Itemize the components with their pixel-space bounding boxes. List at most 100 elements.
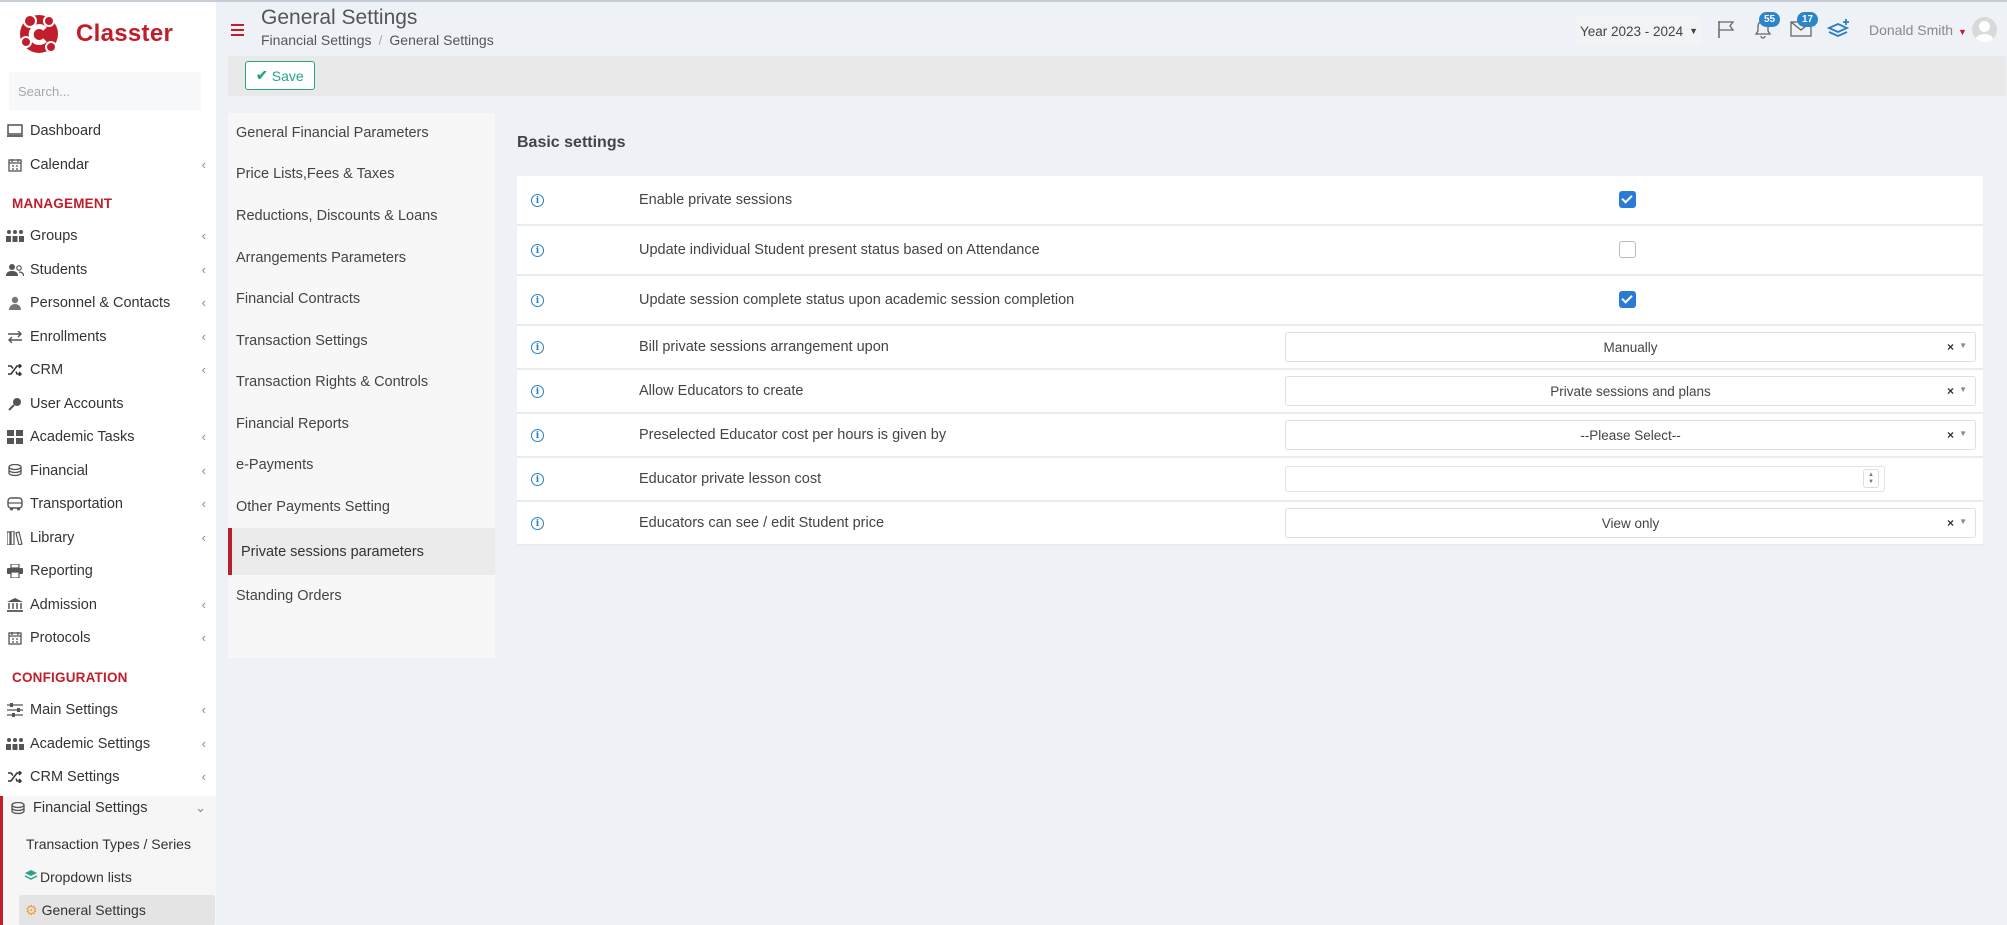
chevron-left-icon: ‹	[201, 156, 206, 172]
clear-icon[interactable]: ×	[1947, 340, 1954, 354]
sidebar-item-personnel-and-contacts[interactable]: Personnel & Contacts ‹	[0, 288, 216, 318]
groups-icon	[6, 228, 24, 244]
sidebar-item-crm-settings[interactable]: CRM Settings ‹	[0, 762, 216, 792]
settings-menu-item-private-sessions-parameters[interactable]: Private sessions parameters	[228, 528, 495, 575]
sidebar-item-label: Dashboard	[30, 123, 101, 139]
info-icon[interactable]: i	[531, 429, 544, 442]
setting-checkbox[interactable]	[1619, 241, 1636, 258]
monitor-icon	[6, 123, 24, 139]
sidebar-subitem-general-settings[interactable]: ⚙ General Settings	[19, 895, 215, 925]
avatar[interactable]	[1972, 17, 1997, 42]
groups-icon	[6, 736, 24, 752]
sliders-icon	[6, 702, 24, 718]
select-value: Private sessions and plans	[1550, 383, 1711, 399]
select-value: View only	[1601, 515, 1660, 531]
sidebar-item-enrollments[interactable]: Enrollments ‹	[0, 322, 216, 352]
sidebar-item-label: CRM	[30, 362, 64, 378]
info-icon[interactable]: i	[531, 385, 544, 398]
check-icon: ✔	[256, 67, 268, 83]
info-icon[interactable]: i	[531, 244, 544, 257]
sidebar-item-academic-tasks[interactable]: Academic Tasks ‹	[0, 422, 216, 452]
settings-menu-item-financial-contracts[interactable]: Financial Contracts	[228, 279, 495, 319]
clear-icon[interactable]: ×	[1947, 384, 1954, 398]
settings-menu-item-arrangements-parameters[interactable]: Arrangements Parameters	[228, 238, 495, 278]
settings-menu-item-standing-orders[interactable]: Standing Orders	[228, 576, 495, 616]
sidebar-item-calendar[interactable]: Calendar ‹	[0, 150, 216, 180]
bell-icon[interactable]: 55	[1751, 12, 1781, 40]
message-badge: 17	[1797, 12, 1819, 27]
sidebar-item-label: Financial Settings	[33, 800, 148, 816]
setting-select[interactable]: Manually × ▼	[1285, 332, 1976, 362]
setting-checkbox[interactable]	[1619, 191, 1636, 208]
layers-plus-icon[interactable]	[1827, 18, 1851, 40]
settings-menu-item-e-payments[interactable]: e-Payments	[228, 445, 495, 485]
flag-icon[interactable]	[1714, 18, 1738, 40]
select-value: --Please Select--	[1580, 427, 1681, 443]
sidebar-item-main-settings[interactable]: Main Settings ‹	[0, 695, 216, 725]
info-icon[interactable]: i	[531, 294, 544, 307]
sidebar-subitem-transaction-types[interactable]: Transaction Types / Series	[26, 829, 231, 859]
grid-icon	[6, 429, 24, 445]
settings-menu-item-transaction-rights-and-controls[interactable]: Transaction Rights & Controls	[228, 362, 495, 402]
sidebar-item-label: Calendar	[30, 156, 89, 173]
logo[interactable]: Classter	[18, 12, 173, 56]
sidebar-item-user-accounts[interactable]: User Accounts	[0, 389, 216, 419]
sidebar-item-academic-settings[interactable]: Academic Settings ‹	[0, 729, 216, 759]
setting-row-update-individual-student-present-status-based-on-attendance: i Update individual Student present statu…	[517, 226, 1983, 276]
info-icon[interactable]: i	[531, 194, 544, 207]
sidebar-item-transportation[interactable]: Transportation ‹	[0, 489, 216, 519]
shuffle-icon	[6, 769, 24, 785]
sidebar-item-dashboard[interactable]: Dashboard	[0, 116, 216, 146]
setting-label: Preselected Educator cost per hours is g…	[639, 427, 947, 443]
classter-logo-icon	[20, 14, 58, 53]
setting-row-enable-private-sessions: i Enable private sessions	[517, 176, 1983, 226]
sidebar-item-groups[interactable]: Groups ‹	[0, 221, 216, 251]
settings-menu-item-reductions-discounts-and-loans[interactable]: Reductions, Discounts & Loans	[228, 196, 495, 236]
envelope-icon[interactable]: 17	[1789, 12, 1819, 40]
settings-menu-item-financial-reports[interactable]: Financial Reports	[228, 404, 495, 444]
year-selector[interactable]: Year 2023 - 2024 ▼	[1576, 16, 1702, 46]
educator-lesson-cost-input[interactable]: ▲ ▼	[1285, 466, 1885, 492]
bank-icon	[6, 597, 24, 613]
sidebar-item-admission[interactable]: Admission ‹	[0, 590, 216, 620]
sidebar-item-students[interactable]: Students ‹	[0, 255, 216, 285]
info-icon[interactable]: i	[531, 473, 544, 486]
sidebar-item-financial-settings[interactable]: Financial Settings ⌄	[3, 793, 216, 823]
sidebar-search-input[interactable]	[9, 72, 201, 110]
sidebar-item-library[interactable]: Library ‹	[0, 523, 216, 553]
sidebar-item-label: Transportation	[30, 496, 123, 512]
setting-row-allow-educators-to-create: i Allow Educators to create Private sessio…	[517, 370, 1983, 414]
settings-menu-item-transaction-settings[interactable]: Transaction Settings	[228, 321, 495, 361]
setting-select[interactable]: --Please Select-- × ▼	[1285, 420, 1976, 450]
clear-icon[interactable]: ×	[1947, 516, 1954, 530]
info-icon[interactable]: i	[531, 517, 544, 530]
sidebar-item-protocols[interactable]: Protocols ‹	[0, 623, 216, 653]
number-stepper-icon[interactable]: ▲ ▼	[1863, 469, 1879, 488]
setting-select[interactable]: View only × ▼	[1285, 508, 1976, 538]
setting-select[interactable]: Private sessions and plans × ▼	[1285, 376, 1976, 406]
settings-menu-item-other-payments-setting[interactable]: Other Payments Setting	[228, 487, 495, 527]
sidebar-subitem-dropdown-lists[interactable]: Dropdown lists	[24, 862, 229, 892]
sidebar-subitem-label: General Settings	[41, 902, 146, 918]
sidebar-item-financial[interactable]: Financial ‹	[0, 456, 216, 486]
sidebar-item-label: Library	[30, 529, 75, 546]
calendar-icon	[6, 157, 24, 173]
settings-menu: General Financial Parameters Price Lists,…	[228, 113, 495, 658]
user-menu[interactable]: Donald Smith ▼	[1869, 22, 1967, 38]
info-icon[interactable]: i	[531, 341, 544, 354]
chevron-left-icon: ‹	[201, 228, 206, 243]
user-name: Donald Smith	[1869, 22, 1954, 38]
settings-menu-item-price-lists-fees-and-taxes[interactable]: Price Lists,Fees & Taxes	[228, 154, 495, 194]
printer-icon	[6, 563, 24, 579]
setting-label: Bill private sessions arrangement upon	[639, 339, 889, 355]
clear-icon[interactable]: ×	[1947, 428, 1954, 442]
hamburger-menu-icon[interactable]	[231, 24, 244, 39]
breadcrumb-link[interactable]: Financial Settings	[261, 32, 372, 48]
sidebar-item-reporting[interactable]: Reporting	[0, 556, 216, 586]
sidebar-item-crm[interactable]: CRM ‹	[0, 355, 216, 385]
setting-checkbox[interactable]	[1619, 291, 1636, 308]
save-button[interactable]: ✔ Save	[245, 61, 315, 90]
settings-menu-item-general-financial-parameters[interactable]: General Financial Parameters	[228, 113, 495, 153]
sidebar-item-label: User Accounts	[30, 395, 124, 412]
sidebar-item-label: Admission	[30, 596, 97, 613]
